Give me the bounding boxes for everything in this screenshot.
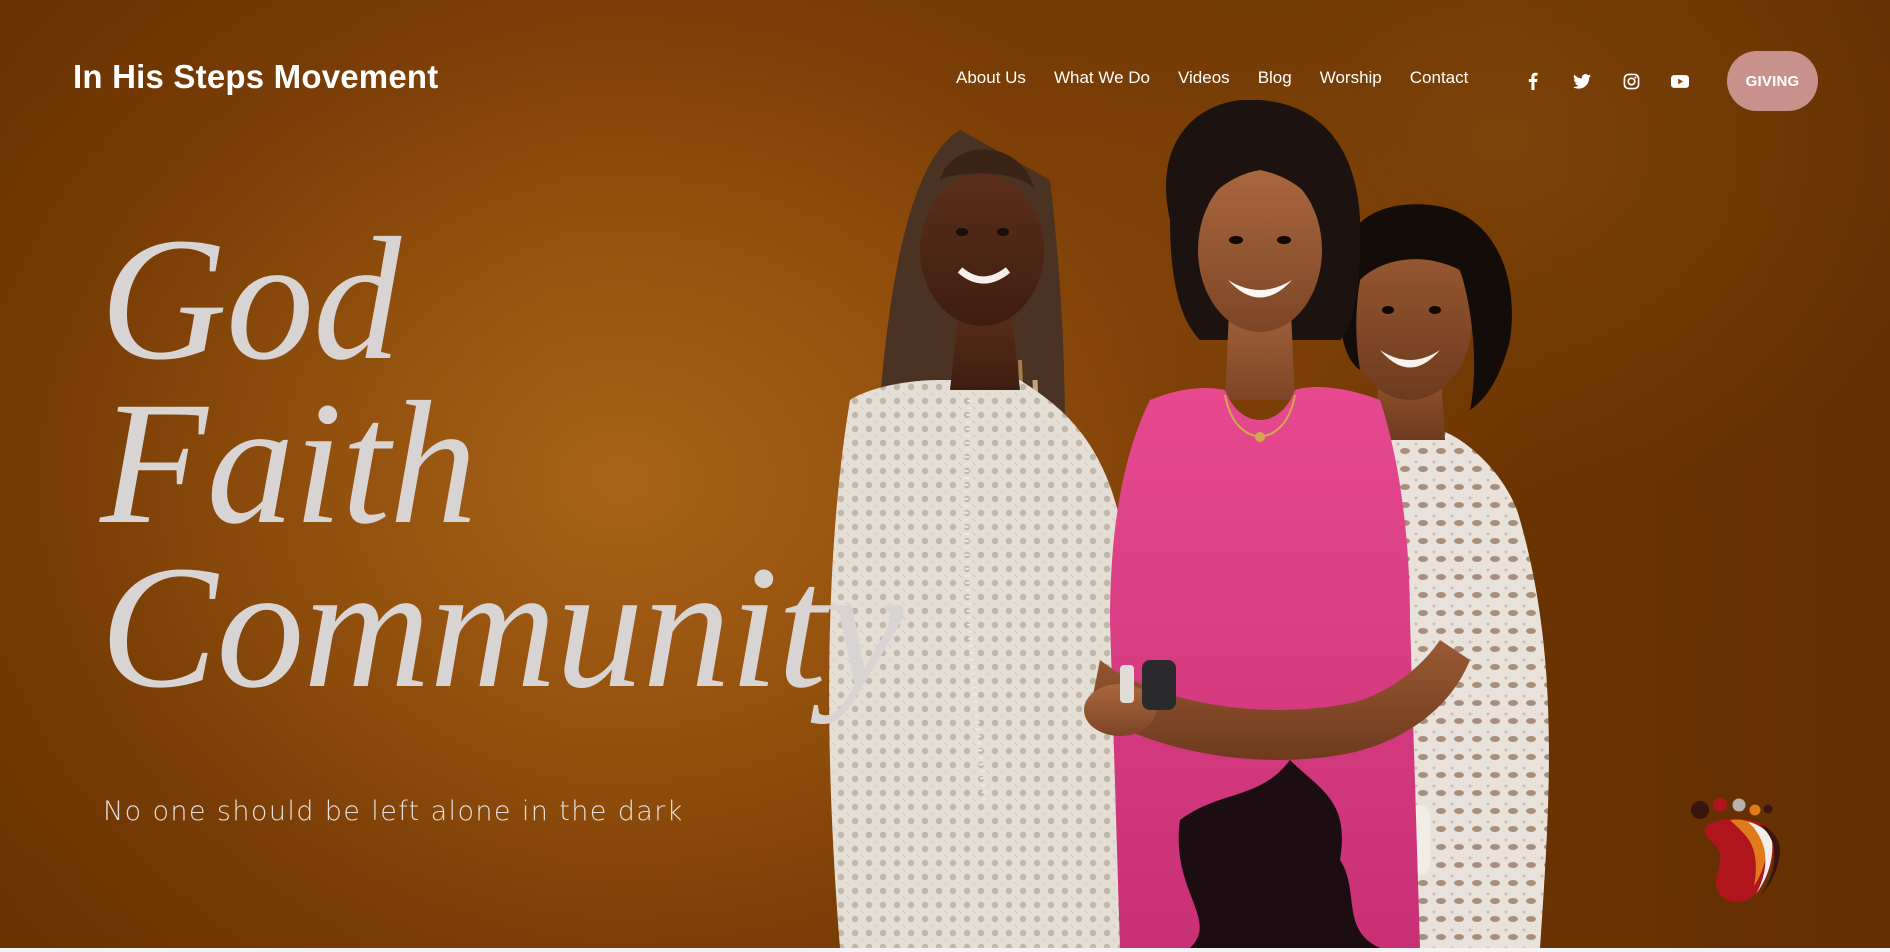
hero-heading-line-god: God [100, 202, 401, 397]
giving-button[interactable]: GIVING [1727, 51, 1818, 111]
nav-worship[interactable]: Worship [1320, 68, 1382, 88]
footprint-logo-icon[interactable] [1686, 796, 1782, 908]
hero-heading-line-faith: Faith [100, 366, 477, 561]
site-title[interactable]: In His Steps Movement [73, 58, 438, 96]
site-header: In His Steps Movement About Us What We D… [0, 0, 1890, 160]
youtube-icon[interactable] [1669, 70, 1691, 92]
hero-heading-line-community: Community [100, 530, 904, 725]
hero-section: In His Steps Movement About Us What We D… [0, 0, 1890, 948]
nav-what-we-do[interactable]: What We Do [1054, 68, 1150, 88]
facebook-icon[interactable] [1522, 70, 1544, 92]
hero-heading: God Faith Community [100, 202, 904, 725]
nav-about-us[interactable]: About Us [956, 68, 1026, 88]
nav-blog[interactable]: Blog [1258, 68, 1292, 88]
nav-contact[interactable]: Contact [1410, 68, 1469, 88]
twitter-icon[interactable] [1571, 70, 1593, 92]
main-nav: About Us What We Do Videos Blog Worship … [956, 68, 1496, 88]
instagram-icon[interactable] [1620, 70, 1642, 92]
hero-photo [829, 100, 1549, 948]
nav-videos[interactable]: Videos [1178, 68, 1230, 88]
hero-subheading: No one should be left alone in the dark [103, 796, 684, 827]
social-links [1522, 70, 1718, 92]
page-bottom-edge [0, 948, 1890, 952]
